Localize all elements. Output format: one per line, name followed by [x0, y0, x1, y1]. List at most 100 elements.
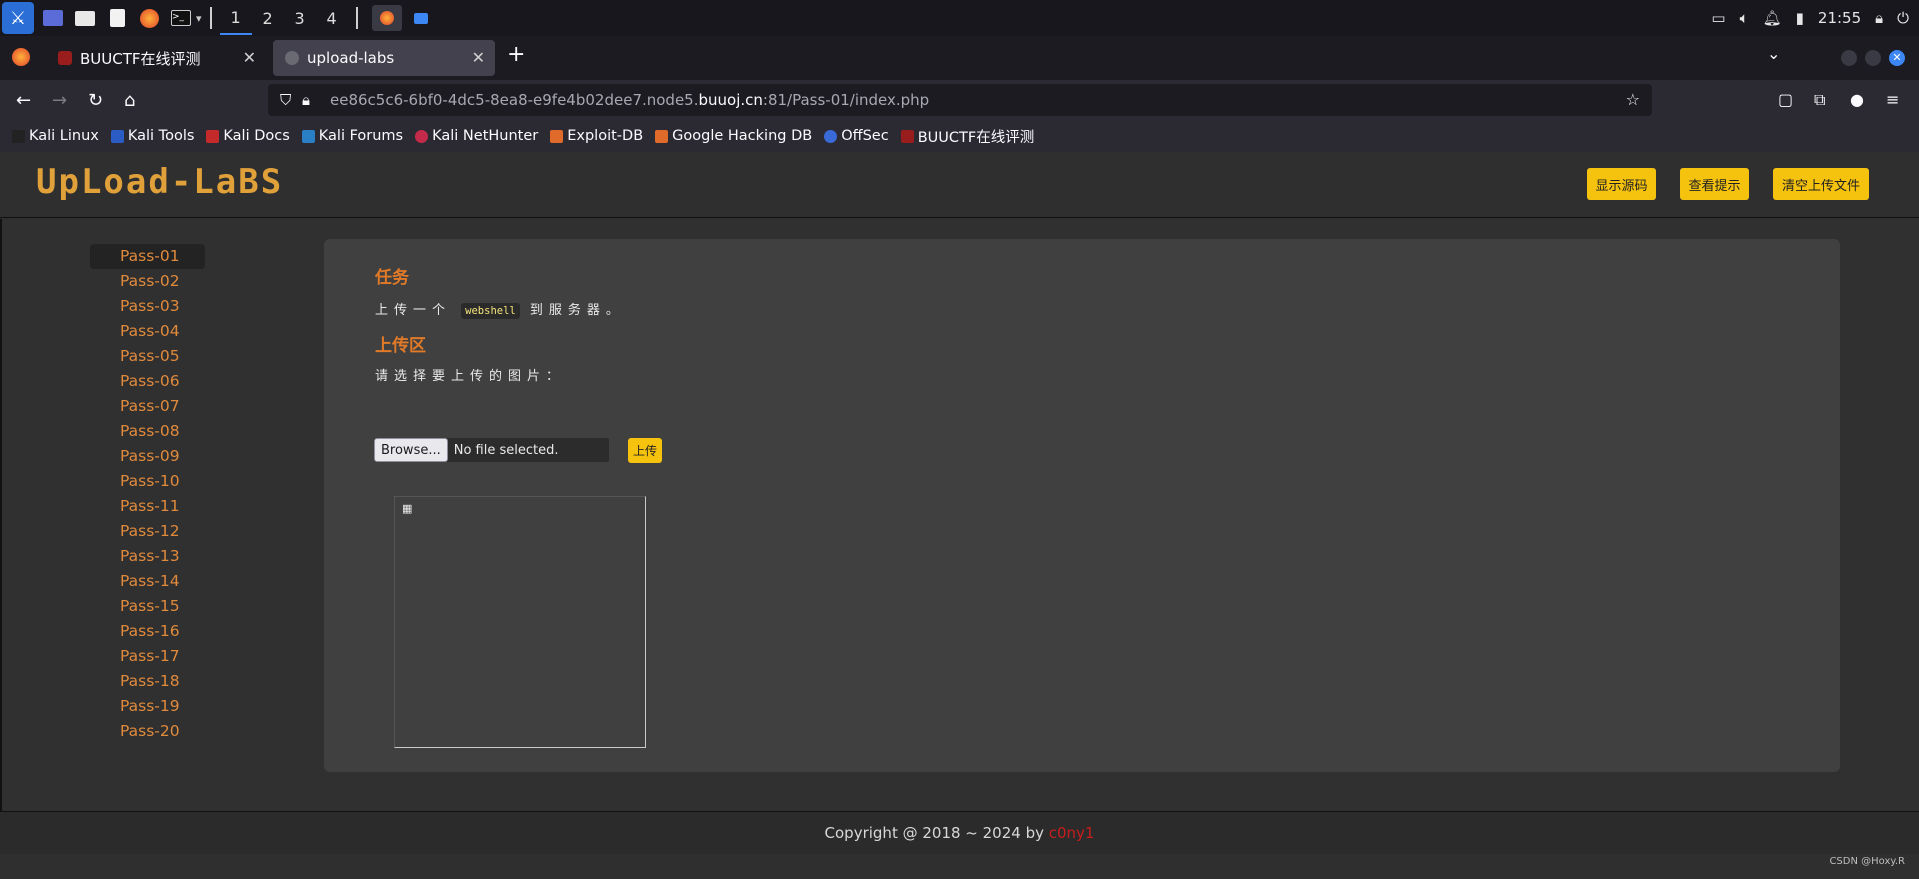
kali-menu-icon[interactable]: ⚔ [2, 2, 34, 34]
sidebar-item-pass-10[interactable]: Pass-10 [90, 469, 205, 494]
forward-icon[interactable]: → [52, 90, 67, 111]
page-footer: Copyright @ 2018 ~ 2024 by c0ny1 [0, 811, 1919, 854]
bell-icon[interactable]: 🔔︎ [1763, 9, 1782, 27]
bookmark-exploit-db[interactable]: Exploit-DB [550, 128, 643, 144]
tracking-shield-icon[interactable]: ⛉ [280, 91, 298, 109]
workspace-4[interactable]: 4 [316, 1, 348, 35]
sidebar-item-pass-05[interactable]: Pass-05 [90, 344, 205, 369]
account-icon[interactable]: ● [1850, 90, 1864, 109]
bookmark-google-hacking-db[interactable]: Google Hacking DB [655, 128, 812, 144]
volume-icon[interactable]: 🔈︎ [1740, 9, 1749, 27]
taskbar-divider [355, 7, 358, 29]
lock-icon[interactable]: 🔒︎ [1875, 9, 1883, 27]
exploit-db-icon [550, 129, 564, 143]
text-editor-icon[interactable] [104, 5, 130, 31]
power-icon[interactable]: ⏻ [1897, 9, 1909, 27]
kali-forums-icon [301, 129, 315, 143]
firefox-icon[interactable] [136, 5, 162, 31]
bookmark-kali-nethunter[interactable]: Kali NetHunter [415, 128, 538, 144]
ghdb-icon [655, 129, 669, 143]
terminal-icon[interactable]: >_ [168, 5, 194, 31]
buuctf-favicon-icon [58, 51, 72, 65]
list-all-tabs-icon[interactable]: ⌄ [1767, 44, 1780, 63]
sidebar-item-pass-12[interactable]: Pass-12 [90, 519, 205, 544]
reload-icon[interactable]: ↻ [88, 90, 103, 111]
firefox-window-button[interactable] [371, 5, 402, 31]
extensions-icon[interactable]: ⧉ [1814, 90, 1825, 110]
back-icon[interactable]: ← [16, 90, 31, 111]
maximize-icon[interactable] [1865, 50, 1881, 66]
clock[interactable]: 21:55 [1818, 9, 1861, 27]
workspace-1[interactable]: 1 [219, 1, 252, 35]
tab-title: BUUCTF在线评测 [80, 49, 201, 68]
sidebar-item-pass-03[interactable]: Pass-03 [90, 294, 205, 319]
menu-icon[interactable]: ≡ [1886, 90, 1899, 109]
home-icon[interactable]: ⌂ [124, 90, 135, 111]
workspace-3[interactable]: 3 [284, 1, 316, 35]
address-bar[interactable]: ⛉ 🔒︎ ee86c5c6-6bf0-4dc5-8ea8-e9fe4b02dee… [268, 84, 1652, 116]
tab-upload-labs[interactable]: upload-labs ✕ [273, 40, 495, 76]
sidebar-item-pass-08[interactable]: Pass-08 [90, 419, 205, 444]
bookmark-kali-forums[interactable]: Kali Forums [301, 128, 403, 144]
task-heading: 任务 [375, 268, 409, 288]
upload-button[interactable]: 上传 [628, 438, 662, 463]
sidebar-item-pass-02[interactable]: Pass-02 [90, 269, 205, 294]
close-window-icon[interactable]: ✕ [1889, 50, 1905, 66]
sidebar-item-pass-15[interactable]: Pass-15 [90, 594, 205, 619]
tab-buuctf[interactable]: BUUCTF在线评测 ✕ [46, 40, 266, 76]
site-logo[interactable]: UpLoad-LaBS [36, 162, 283, 202]
sidebar-item-pass-19[interactable]: Pass-19 [90, 694, 205, 719]
lock-icon[interactable]: 🔒︎ [302, 91, 320, 109]
chevron-down-icon[interactable]: ▾ [196, 12, 202, 25]
file-manager-icon[interactable] [72, 5, 98, 31]
tab-title: upload-labs [307, 49, 395, 67]
taskbar-divider [209, 7, 212, 29]
bookmarks-bar: Kali Linux Kali Tools Kali Docs Kali For… [0, 120, 1919, 152]
sidebar-item-pass-11[interactable]: Pass-11 [90, 494, 205, 519]
bookmark-kali-linux[interactable]: Kali Linux [12, 128, 99, 144]
system-tray: ▭ 🔈︎ 🔔︎ ▮ 21:55 🔒︎ ⏻ [1711, 0, 1919, 36]
sidebar-item-pass-18[interactable]: Pass-18 [90, 669, 205, 694]
kali-tools-icon [110, 129, 124, 143]
upload-heading: 上传区 [375, 336, 426, 356]
view-hint-button[interactable]: 查看提示 [1680, 168, 1749, 200]
clear-uploads-button[interactable]: 清空上传文件 [1773, 168, 1869, 200]
sidebar-item-pass-16[interactable]: Pass-16 [90, 619, 205, 644]
window-button[interactable] [408, 5, 434, 31]
sidebar-item-pass-04[interactable]: Pass-04 [90, 319, 205, 344]
task-panel: 任务 上传一个 webshell 到服务器。 上传区 请选择要上传的图片： Br… [324, 239, 1840, 772]
uploaded-image-preview: ▦ [394, 496, 646, 748]
sidebar-item-pass-17[interactable]: Pass-17 [90, 644, 205, 669]
bookmark-kali-tools[interactable]: Kali Tools [110, 128, 194, 144]
minimize-icon[interactable] [1841, 50, 1857, 66]
battery-icon[interactable]: ▮ [1796, 9, 1804, 27]
workspace-2[interactable]: 2 [252, 1, 284, 35]
sidebar-item-pass-14[interactable]: Pass-14 [90, 569, 205, 594]
sidebar-item-pass-07[interactable]: Pass-07 [90, 394, 205, 419]
url-text[interactable]: ee86c5c6-6bf0-4dc5-8ea8-e9fe4b02dee7.nod… [330, 91, 929, 109]
sidebar-item-pass-20[interactable]: Pass-20 [90, 719, 205, 744]
close-tab-icon[interactable]: ✕ [243, 48, 256, 67]
pocket-icon[interactable]: ▢ [1778, 90, 1793, 109]
sidebar-item-pass-01[interactable]: Pass-01 [90, 244, 205, 269]
show-source-button[interactable]: 显示源码 [1587, 168, 1656, 200]
sidebar-item-pass-09[interactable]: Pass-09 [90, 444, 205, 469]
kali-docs-icon [206, 129, 220, 143]
nethunter-icon [415, 129, 429, 143]
bookmark-buuctf[interactable]: BUUCTF在线评测 [900, 126, 1034, 147]
bookmark-kali-docs[interactable]: Kali Docs [206, 128, 290, 144]
close-tab-icon[interactable]: ✕ [472, 48, 485, 67]
offsec-icon [824, 129, 838, 143]
display-icon[interactable]: ▭ [1711, 9, 1725, 27]
desktop-icon[interactable] [40, 5, 66, 31]
author-link[interactable]: c0ny1 [1049, 824, 1095, 842]
bookmark-offsec[interactable]: OffSec [824, 128, 889, 144]
sidebar-item-pass-13[interactable]: Pass-13 [90, 544, 205, 569]
browse-button[interactable]: Browse... [374, 438, 448, 462]
bookmark-star-icon[interactable]: ☆ [1626, 90, 1640, 109]
firefox-view-icon[interactable] [12, 48, 30, 66]
new-tab-icon[interactable]: + [507, 42, 525, 67]
sidebar-item-pass-06[interactable]: Pass-06 [90, 369, 205, 394]
upload-prompt: 请选择要上传的图片： [375, 369, 566, 384]
file-input[interactable]: Browse... No file selected. [374, 438, 609, 462]
